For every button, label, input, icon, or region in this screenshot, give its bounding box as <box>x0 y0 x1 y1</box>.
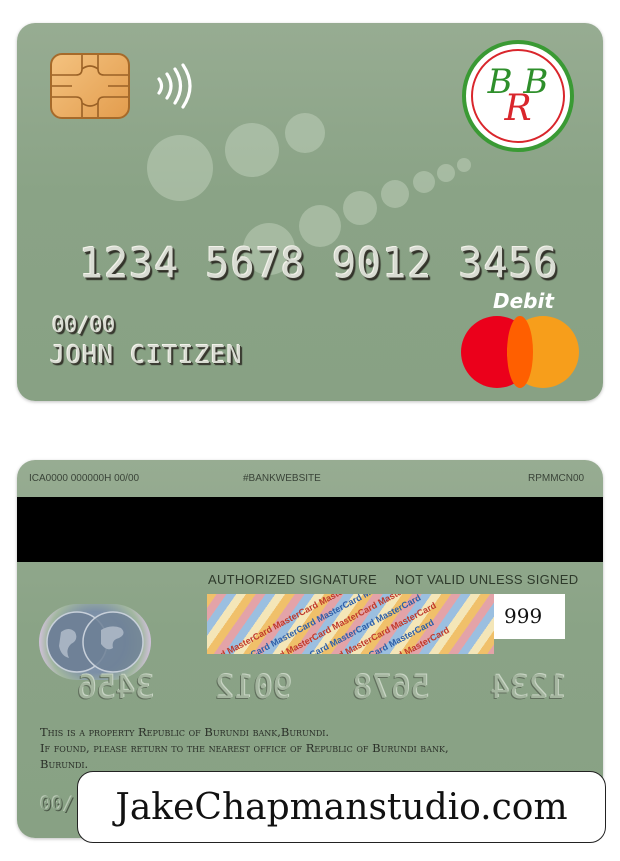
decor-bubble <box>285 113 325 153</box>
mirror-number-group: 3456 <box>77 668 155 706</box>
mirror-number-group: 5678 <box>352 668 430 706</box>
card-number-group: 1234 <box>79 239 180 289</box>
property-line: This is a property Republic of Burundi b… <box>40 725 330 739</box>
bank-logo-r: R <box>504 88 532 129</box>
watermark-banner: JakeChapmanstudio.com <box>77 771 606 843</box>
decor-bubble <box>225 123 279 177</box>
decor-bubble <box>147 135 213 201</box>
back-expiry: 00/ <box>40 793 75 815</box>
mastercard-logo-icon <box>461 316 579 388</box>
decor-bubble <box>437 164 455 182</box>
bank-website: #BANKWEBSITE <box>243 473 321 484</box>
cvv-box: 999 <box>494 594 565 639</box>
mirror-number-group: 1234 <box>489 668 567 706</box>
decor-bubble <box>343 191 377 225</box>
mirror-number-group: 9012 <box>214 668 292 706</box>
ica-number: ICA0000 000000H 00/00 <box>29 473 140 484</box>
bank-logo: B B R <box>462 40 574 152</box>
property-line: If found, please return to the nearest o… <box>40 741 449 755</box>
decor-bubble <box>457 158 471 172</box>
cardholder-name: JOHN CITIZEN <box>50 340 243 369</box>
expiry-date: 00/00 <box>52 313 116 337</box>
chip-icon <box>50 53 130 119</box>
card-type-label: Debit <box>493 289 554 313</box>
card-front: B B R 1234 5678 9012 3456 00/00 JOHN CIT… <box>17 23 603 401</box>
card-number: 1234 5678 9012 3456 <box>79 240 559 288</box>
card-number-group: 5678 <box>205 239 306 289</box>
property-line: Burundi. <box>40 757 89 771</box>
card-code: RPMMCN00 <box>528 473 585 484</box>
mirrored-card-number: 1234 5678 9012 3456 <box>77 668 567 706</box>
signature-strip: MasterCard MasterCard MasterCard MasterC… <box>207 594 494 654</box>
contactless-icon <box>157 63 192 109</box>
decor-bubble <box>381 180 409 208</box>
card-number-group: 3456 <box>458 239 559 289</box>
property-notice: This is a property Republic of Burundi b… <box>40 724 580 772</box>
authorized-signature-label: AUTHORIZED SIGNATURE <box>208 572 377 587</box>
card-number-group: 9012 <box>332 239 433 289</box>
decor-bubble <box>413 171 435 193</box>
magnetic-stripe <box>17 497 603 562</box>
not-valid-label: NOT VALID UNLESS SIGNED <box>395 572 579 587</box>
